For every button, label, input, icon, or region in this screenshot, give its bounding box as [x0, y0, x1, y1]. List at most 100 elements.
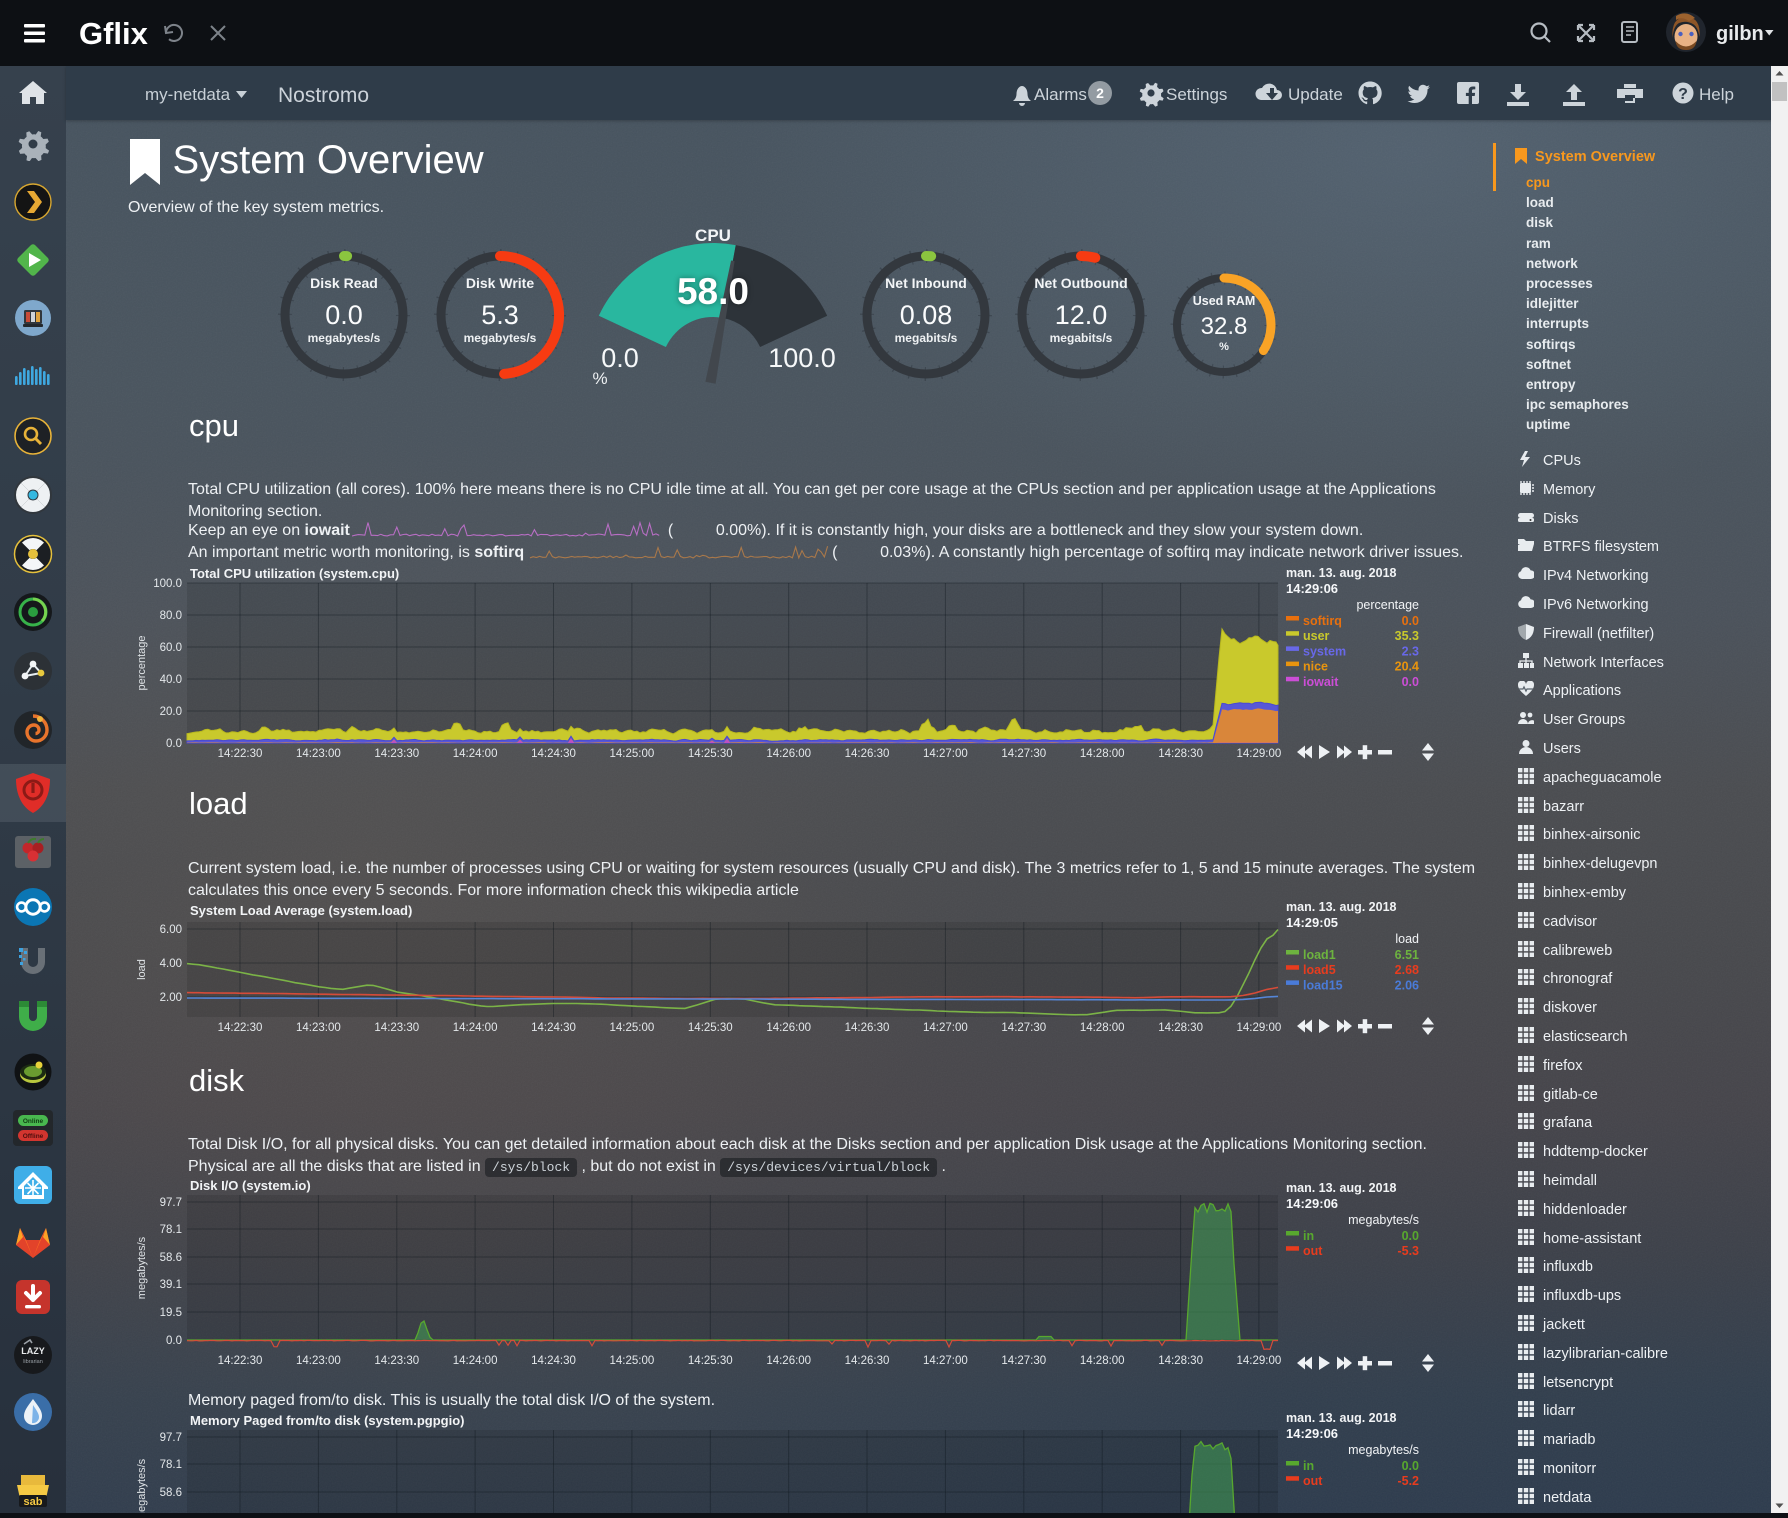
- svg-text:-5.3: -5.3: [1397, 1244, 1419, 1258]
- svg-text:0.0: 0.0: [1402, 675, 1419, 689]
- svg-text:LAZY: LAZY: [21, 1346, 45, 1356]
- svg-text:80.0: 80.0: [160, 610, 182, 622]
- svg-text:14:24:00: 14:24:00: [453, 1355, 498, 1367]
- svg-text:Settings: Settings: [1166, 85, 1227, 104]
- svg-text:out: out: [1303, 1244, 1323, 1258]
- svg-text:58.6: 58.6: [160, 1252, 182, 1264]
- svg-text:Alarms: Alarms: [1034, 85, 1087, 104]
- svg-text:Disk I/O (system.io): Disk I/O (system.io): [190, 1178, 311, 1193]
- svg-text:CPU: CPU: [695, 226, 731, 245]
- svg-text:14:23:00: 14:23:00: [296, 1355, 341, 1367]
- svg-text:Update: Update: [1288, 85, 1343, 104]
- svg-text:14:27:00: 14:27:00: [923, 748, 968, 760]
- svg-text:in: in: [1303, 1229, 1314, 1243]
- svg-text:Gflix: Gflix: [79, 16, 149, 51]
- svg-text:100.0: 100.0: [768, 343, 836, 373]
- svg-text:librarian: librarian: [23, 1359, 43, 1365]
- svg-text:load: load: [1395, 932, 1419, 946]
- svg-text:nice: nice: [1303, 660, 1328, 674]
- svg-text:Online: Online: [23, 1118, 44, 1125]
- svg-text:14:28:30: 14:28:30: [1158, 1355, 1203, 1367]
- svg-text:megabits/s: megabits/s: [1050, 331, 1113, 345]
- svg-text:2: 2: [1096, 85, 1104, 101]
- svg-text:14:27:00: 14:27:00: [923, 1355, 968, 1367]
- svg-text:iowait: iowait: [1303, 675, 1339, 689]
- svg-text:2.06: 2.06: [1395, 978, 1419, 992]
- svg-text:0.0: 0.0: [166, 738, 182, 750]
- svg-text:6.51: 6.51: [1395, 948, 1419, 962]
- svg-text:19.5: 19.5: [160, 1307, 182, 1319]
- svg-text:load: load: [136, 959, 148, 980]
- svg-text:14:28:00: 14:28:00: [1080, 1022, 1125, 1034]
- svg-text:32.8: 32.8: [1201, 313, 1248, 340]
- svg-text:system: system: [1303, 644, 1346, 658]
- svg-text:14:24:00: 14:24:00: [453, 748, 498, 760]
- svg-text:58.0: 58.0: [677, 271, 749, 312]
- svg-text:14:23:30: 14:23:30: [374, 1022, 419, 1034]
- svg-text:14:29:06: 14:29:06: [1286, 1196, 1338, 1211]
- svg-text:14:26:00: 14:26:00: [766, 1355, 811, 1367]
- svg-text:Memory Paged from/to disk (sys: Memory Paged from/to disk (system.pgpgio…: [190, 1413, 465, 1428]
- svg-text:0.08: 0.08: [900, 300, 953, 330]
- svg-text:78.1: 78.1: [160, 1459, 182, 1471]
- svg-text:?: ?: [1678, 86, 1688, 103]
- svg-text:load1: load1: [1303, 948, 1336, 962]
- svg-text:14:26:30: 14:26:30: [845, 748, 890, 760]
- svg-text:Nostromo: Nostromo: [278, 84, 369, 107]
- svg-text:78.1: 78.1: [160, 1224, 182, 1236]
- svg-text:%: %: [1219, 341, 1229, 353]
- svg-text:-5.2: -5.2: [1397, 1474, 1419, 1488]
- svg-text:megabytes/s: megabytes/s: [136, 1458, 148, 1513]
- svg-text:Disk Write: Disk Write: [466, 275, 534, 291]
- svg-text:14:23:00: 14:23:00: [296, 1022, 341, 1034]
- svg-text:out: out: [1303, 1474, 1323, 1488]
- svg-text:5.3: 5.3: [481, 300, 519, 330]
- svg-text:my-netdata: my-netdata: [145, 85, 231, 104]
- svg-text:percentage: percentage: [1356, 598, 1419, 612]
- svg-text:14:25:00: 14:25:00: [610, 1022, 655, 1034]
- svg-text:2.68: 2.68: [1395, 963, 1419, 977]
- svg-text:%: %: [592, 369, 607, 388]
- svg-text:97.7: 97.7: [160, 1432, 182, 1444]
- svg-text:14:28:30: 14:28:30: [1158, 748, 1203, 760]
- svg-text:14:27:30: 14:27:30: [1001, 748, 1046, 760]
- svg-text:14:29:06: 14:29:06: [1286, 1426, 1338, 1441]
- svg-text:load15: load15: [1303, 978, 1343, 992]
- svg-text:14:29:05: 14:29:05: [1286, 915, 1338, 930]
- svg-text:megabytes/s: megabytes/s: [1348, 1213, 1419, 1227]
- svg-text:0.0: 0.0: [1402, 1229, 1419, 1243]
- svg-text:man. 13. aug. 2018: man. 13. aug. 2018: [1286, 1411, 1397, 1425]
- svg-text:4.00: 4.00: [160, 958, 182, 970]
- svg-text:60.0: 60.0: [160, 642, 182, 654]
- svg-text:14:24:30: 14:24:30: [531, 1022, 576, 1034]
- svg-text:0.0: 0.0: [166, 1335, 182, 1347]
- svg-text:14:28:00: 14:28:00: [1080, 748, 1125, 760]
- svg-text:0.0: 0.0: [1402, 1459, 1419, 1473]
- svg-text:58.6: 58.6: [160, 1487, 182, 1499]
- svg-text:14:23:30: 14:23:30: [374, 1355, 419, 1367]
- svg-text:14:29:00: 14:29:00: [1237, 1355, 1282, 1367]
- svg-text:14:22:30: 14:22:30: [218, 748, 263, 760]
- svg-text:14:26:30: 14:26:30: [845, 1022, 890, 1034]
- svg-text:megabits/s: megabits/s: [895, 331, 958, 345]
- svg-text:user: user: [1303, 629, 1330, 643]
- svg-text:14:25:30: 14:25:30: [688, 1355, 733, 1367]
- svg-text:40.0: 40.0: [160, 674, 182, 686]
- svg-text:Net Inbound: Net Inbound: [885, 275, 967, 291]
- svg-text:14:23:00: 14:23:00: [296, 748, 341, 760]
- svg-text:14:26:00: 14:26:00: [766, 1022, 811, 1034]
- svg-text:14:26:00: 14:26:00: [766, 748, 811, 760]
- svg-text:megabytes/s: megabytes/s: [464, 331, 537, 345]
- svg-text:14:25:30: 14:25:30: [688, 748, 733, 760]
- svg-text:14:24:00: 14:24:00: [453, 1022, 498, 1034]
- svg-text:gilbn: gilbn: [1716, 23, 1764, 45]
- svg-text:14:28:30: 14:28:30: [1158, 1022, 1203, 1034]
- svg-text:Disk Read: Disk Read: [310, 275, 378, 291]
- svg-text:load5: load5: [1303, 963, 1336, 977]
- svg-text:14:27:30: 14:27:30: [1001, 1022, 1046, 1034]
- svg-text:12.0: 12.0: [1055, 300, 1108, 330]
- svg-text:Total CPU utilization (system.: Total CPU utilization (system.cpu): [190, 566, 399, 581]
- svg-text:Used RAM: Used RAM: [1193, 294, 1256, 308]
- svg-text:megabytes/s: megabytes/s: [136, 1236, 148, 1299]
- svg-text:2.3: 2.3: [1402, 644, 1419, 658]
